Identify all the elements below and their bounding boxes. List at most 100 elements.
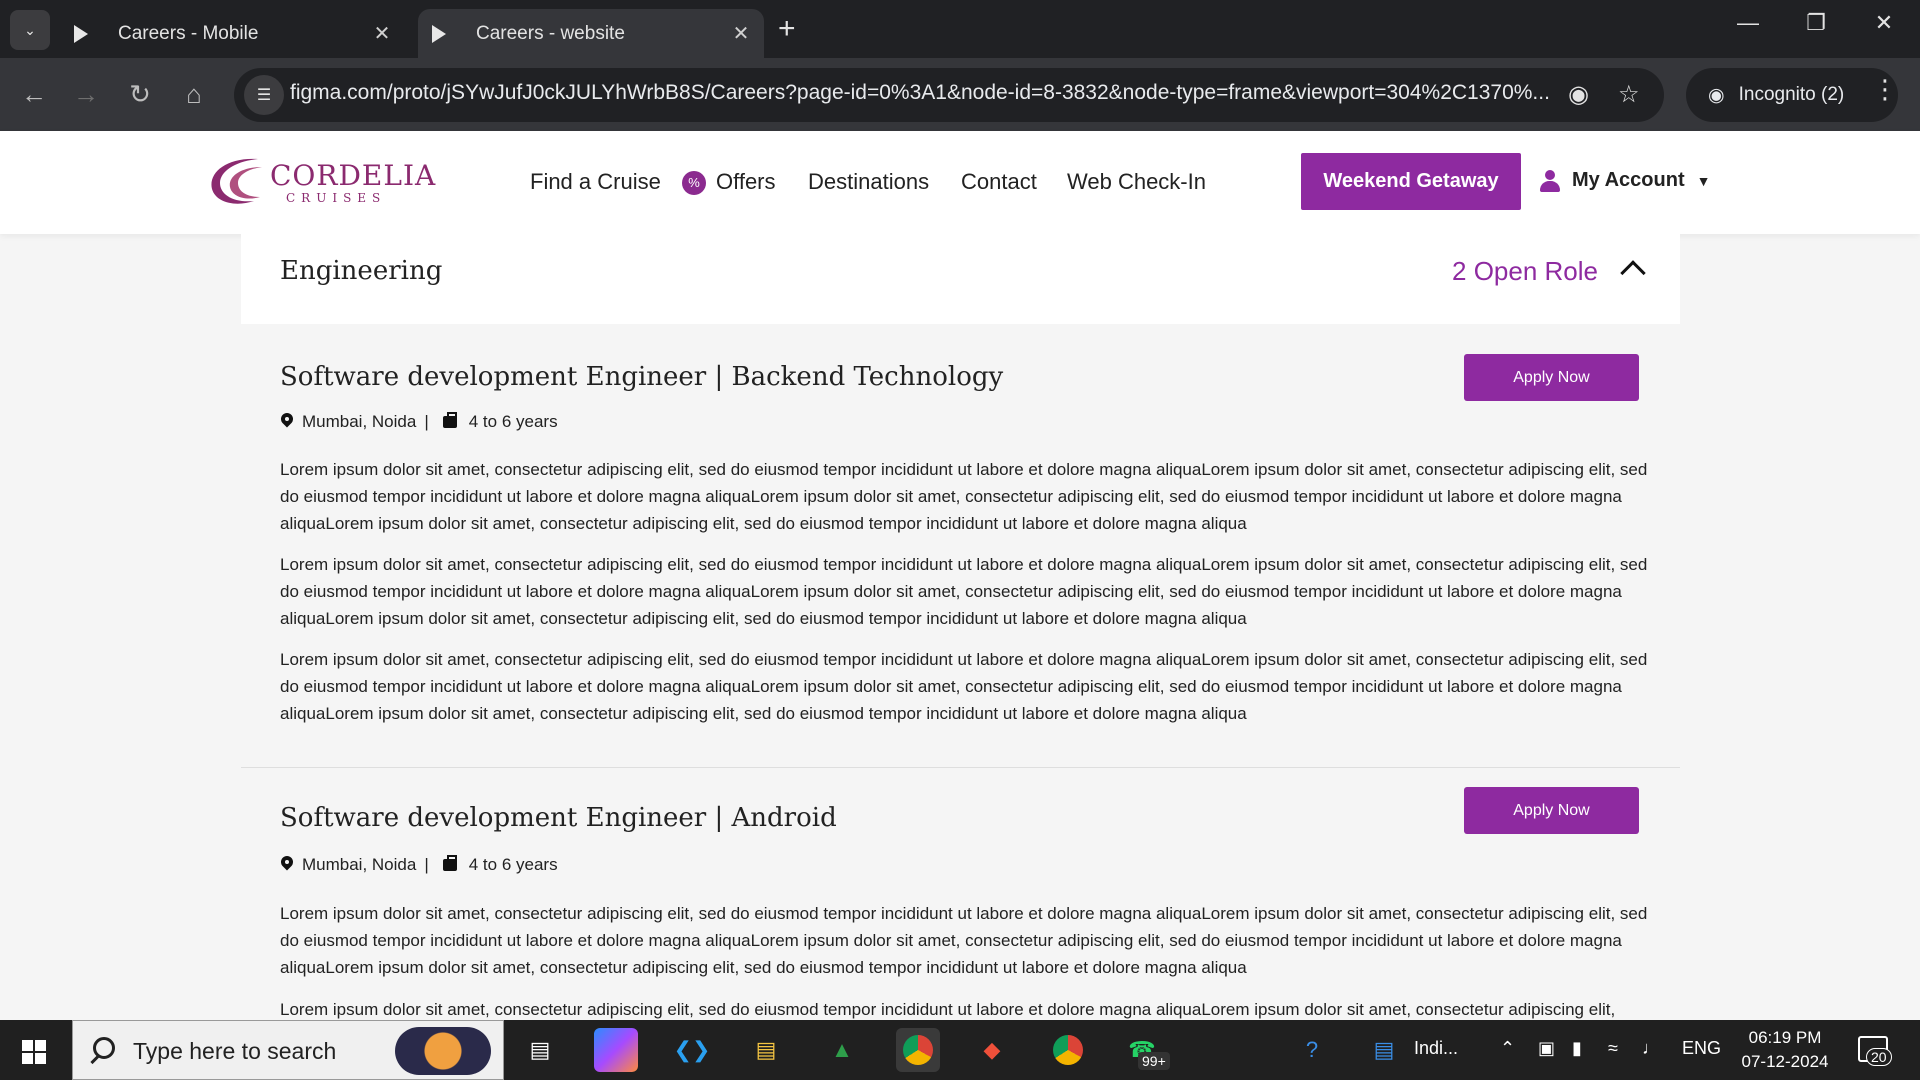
back-icon[interactable]: ←: [12, 72, 56, 116]
minimize-icon[interactable]: —: [1728, 10, 1768, 36]
browser-menu-icon[interactable]: ⋮: [1872, 74, 1898, 105]
location-pin-icon: [280, 856, 294, 874]
language-indicator[interactable]: ENG: [1682, 1038, 1721, 1059]
figma-play-icon: [432, 24, 446, 43]
news-widget-icon[interactable]: ▤: [1362, 1028, 1406, 1072]
my-account-menu[interactable]: My Account ▼: [1540, 169, 1710, 192]
tab-careers-mobile[interactable]: Careers - Mobile ✕: [60, 9, 405, 58]
caret-down-icon: ▼: [1696, 172, 1711, 189]
windows-start-icon[interactable]: [22, 1040, 46, 1064]
site-info-icon[interactable]: ☰: [244, 75, 284, 115]
section-title: Engineering: [280, 256, 443, 286]
apply-now-button[interactable]: Apply Now: [1464, 787, 1639, 834]
copilot-icon[interactable]: [594, 1028, 638, 1072]
figma-play-icon: [74, 24, 88, 43]
job-experience: 4 to 6 years: [468, 412, 558, 431]
chevron-up-icon[interactable]: [1620, 260, 1646, 286]
apply-now-button[interactable]: Apply Now: [1464, 354, 1639, 401]
tab-careers-website[interactable]: Careers - website ✕: [418, 9, 764, 58]
clock-time: 06:19 PM: [1748, 1028, 1822, 1047]
nav-offers[interactable]: % Offers: [682, 169, 776, 196]
task-view-icon[interactable]: ▤: [518, 1028, 562, 1072]
tab-close-icon[interactable]: ✕: [726, 21, 756, 46]
offers-badge-icon: %: [682, 171, 706, 196]
incognito-button[interactable]: ◉ Incognito (2): [1686, 68, 1898, 122]
job-description-paragraph: Lorem ipsum dolor sit amet, consectetur …: [280, 1000, 1616, 1019]
job-description-paragraph: Lorem ipsum dolor sit amet, consectetur …: [280, 650, 1648, 723]
briefcase-icon: [442, 855, 457, 871]
app-leaf-icon[interactable]: ▲: [820, 1028, 864, 1072]
address-bar[interactable]: ☰ figma.com/proto/jSYwJufJ0ckJULYhWrbB8S…: [234, 68, 1664, 122]
news-widget-label[interactable]: Indi...: [1414, 1038, 1458, 1059]
job-title: Software development Engineer | Backend …: [280, 362, 1004, 392]
nav-offers-label: Offers: [716, 169, 776, 194]
site-header: CORDELIA CRUISES Find a Cruise % Offers D…: [0, 131, 1920, 234]
job-meta: Mumbai, Noida | 4 to 6 years: [280, 855, 558, 875]
user-icon: [1540, 169, 1560, 192]
engineering-accordion-header[interactable]: Engineering 2 Open Role: [241, 234, 1680, 324]
forward-icon[interactable]: →: [64, 72, 108, 116]
weekend-getaway-button[interactable]: Weekend Getaway: [1301, 153, 1521, 210]
job-card: Software development Engineer | Android …: [241, 769, 1680, 1019]
incognito-label: Incognito (2): [1738, 84, 1845, 105]
url-text[interactable]: figma.com/proto/jSYwJufJ0ckJULYhWrbB8S/C…: [290, 81, 1570, 105]
tab-title: Careers - website: [476, 22, 625, 44]
clock[interactable]: 06:19 PM 07-12-2024: [1730, 1026, 1840, 1074]
nav-web-check-in[interactable]: Web Check-In: [1067, 169, 1206, 195]
job-description-paragraph: Lorem ipsum dolor sit amet, consectetur …: [280, 904, 1648, 977]
clock-date: 07-12-2024: [1741, 1052, 1829, 1071]
git-icon[interactable]: ◆: [970, 1028, 1014, 1072]
search-highlight-icon: [395, 1027, 491, 1075]
star-icon[interactable]: ☆: [1618, 80, 1640, 109]
window-close-icon[interactable]: ✕: [1864, 10, 1904, 36]
file-explorer-icon[interactable]: ▤: [744, 1028, 788, 1072]
job-title: Software development Engineer | Android: [280, 803, 837, 833]
search-placeholder: Type here to search: [133, 1038, 337, 1064]
meta-separator: |: [424, 412, 429, 431]
meet-icon[interactable]: ▣: [1538, 1038, 1555, 1059]
notifications-count: 20: [1866, 1048, 1892, 1066]
browser-toolbar: ← → ↻ ⌂ ☰ figma.com/proto/jSYwJufJ0ckJUL…: [0, 58, 1920, 131]
tray-chevron-icon[interactable]: ⌃: [1500, 1038, 1515, 1059]
open-roles-count: 2 Open Role: [1452, 256, 1598, 286]
tab-close-icon[interactable]: ✕: [367, 21, 397, 46]
taskbar-search[interactable]: Type here to search: [72, 1020, 504, 1080]
tab-title: Careers - Mobile: [118, 22, 259, 44]
logo-wordmark: CORDELIA: [270, 159, 437, 192]
nav-find-a-cruise[interactable]: Find a Cruise: [530, 169, 661, 195]
nav-destinations[interactable]: Destinations: [808, 169, 929, 195]
nav-contact[interactable]: Contact: [961, 169, 1037, 195]
job-description-paragraph: Lorem ipsum dolor sit amet, consectetur …: [280, 555, 1648, 628]
chrome-icon[interactable]: [896, 1028, 940, 1072]
job-experience: 4 to 6 years: [468, 855, 558, 874]
logo-swoosh-icon: [211, 158, 262, 204]
cordelia-logo[interactable]: CORDELIA CRUISES: [206, 153, 435, 213]
volume-icon[interactable]: ♩: [1642, 1038, 1660, 1059]
new-tab-icon[interactable]: +: [778, 12, 796, 46]
job-location: Mumbai, Noida: [302, 412, 417, 431]
job-description-paragraph: Lorem ipsum dolor sit amet, consectetur …: [280, 460, 1648, 533]
search-icon: [93, 1037, 115, 1059]
windows-taskbar: Type here to search ▤ ❮❯ ▤ ▲ ◆ ☎ 99+ ? ▤…: [0, 1020, 1920, 1080]
vscode-icon[interactable]: ❮❯: [670, 1028, 714, 1072]
job-location: Mumbai, Noida: [302, 855, 417, 874]
my-account-label: My Account: [1572, 169, 1685, 191]
briefcase-icon: [442, 412, 457, 428]
help-icon[interactable]: ?: [1290, 1028, 1334, 1072]
eye-off-icon[interactable]: ◉: [1568, 80, 1589, 109]
restore-icon[interactable]: ❐: [1796, 10, 1836, 36]
whatsapp-badge: 99+: [1138, 1052, 1170, 1070]
battery-icon[interactable]: ▮: [1572, 1038, 1582, 1059]
meta-separator: |: [424, 855, 429, 874]
job-meta: Mumbai, Noida | 4 to 6 years: [280, 412, 558, 432]
wifi-icon[interactable]: ≈: [1608, 1038, 1618, 1059]
reload-icon[interactable]: ↻: [118, 72, 162, 116]
tab-search-icon[interactable]: ⌄: [10, 10, 50, 50]
home-icon[interactable]: ⌂: [172, 72, 216, 116]
incognito-icon: ◉: [1708, 84, 1725, 106]
browser-tabstrip: ⌄ Careers - Mobile ✕ Careers - website ✕…: [0, 0, 1920, 58]
logo-subtext: CRUISES: [286, 191, 387, 205]
job-card: Software development Engineer | Backend …: [241, 324, 1680, 768]
chrome-profile-icon[interactable]: [1046, 1028, 1090, 1072]
location-pin-icon: [280, 413, 294, 431]
